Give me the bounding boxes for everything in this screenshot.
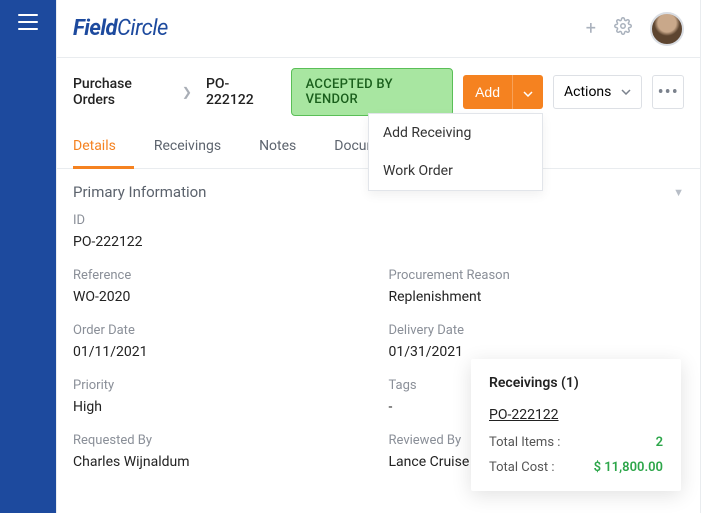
field-procurement-reason: Procurement Reason Replenishment <box>389 268 685 305</box>
gear-icon[interactable] <box>614 17 632 40</box>
chevron-down-icon <box>523 91 533 97</box>
tab-notes[interactable]: Notes <box>259 126 314 168</box>
field-delivery-date: Delivery Date 01/31/2021 <box>389 323 685 360</box>
status-badge: ACCEPTED BY VENDOR <box>291 68 453 116</box>
plus-icon[interactable]: + <box>586 18 596 39</box>
tab-receivings[interactable]: Receivings <box>154 126 239 168</box>
total-items-value: 2 <box>656 435 663 450</box>
logo[interactable]: FieldCircle <box>73 16 168 41</box>
add-caret-button[interactable] <box>512 75 543 109</box>
avatar[interactable] <box>650 12 684 46</box>
field-requested-by: Requested By Charles Wijnaldum <box>73 433 369 470</box>
actions-dropdown[interactable]: Actions <box>553 75 642 109</box>
chevron-down-icon <box>621 89 631 95</box>
menu-icon[interactable] <box>18 14 38 30</box>
header-row: Purchase Orders ❯ PO-222122 ACCEPTED BY … <box>57 58 700 126</box>
chevron-right-icon: ❯ <box>182 85 192 99</box>
dropdown-item-work-order[interactable]: Work Order <box>369 152 542 190</box>
add-dropdown: Add Receiving Work Order <box>368 113 543 191</box>
breadcrumb-current: PO-222122 <box>206 76 271 108</box>
breadcrumb: Purchase Orders ❯ PO-222122 <box>73 76 271 108</box>
total-items-label: Total Items : <box>489 435 560 450</box>
field-priority: Priority High <box>73 378 369 415</box>
tab-details[interactable]: Details <box>73 126 134 169</box>
popover-title: Receivings (1) <box>489 375 663 391</box>
field-order-date: Order Date 01/11/2021 <box>73 323 369 360</box>
collapse-icon[interactable]: ▼ <box>673 186 684 199</box>
sidebar <box>0 0 56 513</box>
add-button[interactable]: Add <box>463 75 512 109</box>
popover-po-link[interactable]: PO-222122 <box>489 407 663 423</box>
total-cost-value: $ 11,800.00 <box>594 460 663 475</box>
topbar: FieldCircle + <box>57 0 700 58</box>
total-cost-label: Total Cost : <box>489 460 554 475</box>
more-button[interactable]: ••• <box>652 75 684 109</box>
receivings-popover: Receivings (1) PO-222122 Total Items : 2… <box>471 359 681 491</box>
field-reference: Reference WO-2020 <box>73 268 369 305</box>
dropdown-item-add-receiving[interactable]: Add Receiving <box>369 114 542 152</box>
field-id: ID PO-222122 <box>73 213 369 250</box>
breadcrumb-parent[interactable]: Purchase Orders <box>73 76 168 108</box>
